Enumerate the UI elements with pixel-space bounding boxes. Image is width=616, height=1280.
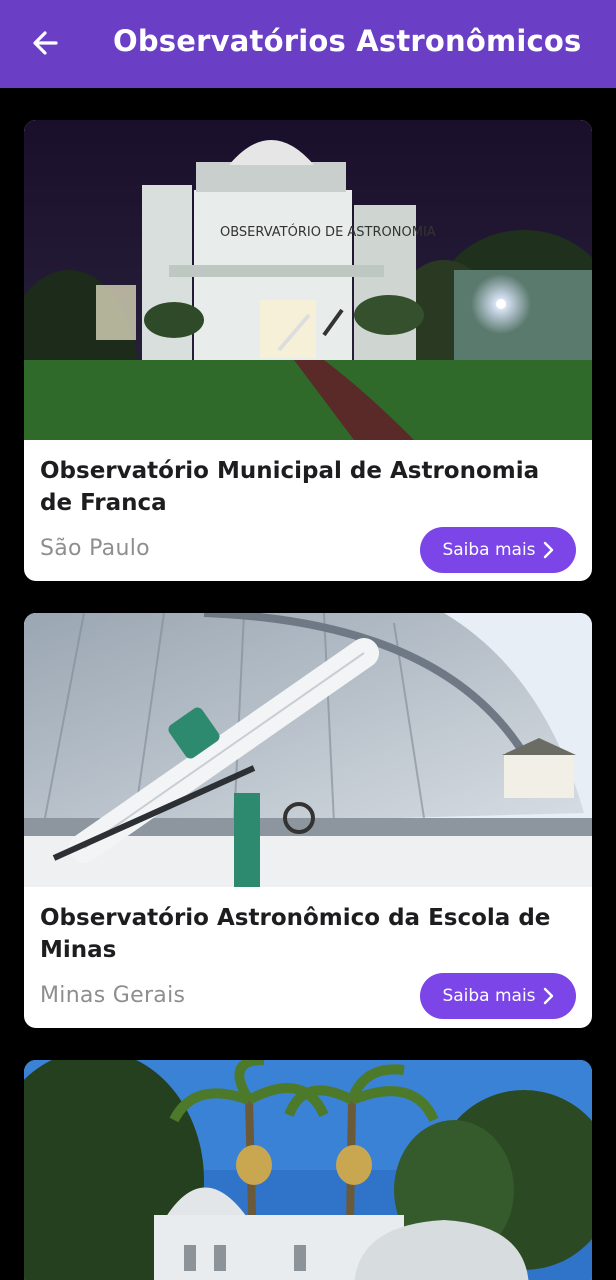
observatory-card[interactable]: Observatório Astronômico da Escola de Mi… [24, 613, 592, 1028]
chevron-right-icon [542, 541, 554, 559]
saiba-mais-label: Saiba mais [442, 540, 536, 560]
observatory-name: Observatório Municipal de Astronomia de … [40, 458, 540, 516]
arrow-left-icon [33, 31, 58, 55]
back-button[interactable] [24, 22, 66, 64]
page-title: Observatórios Astronômicos [113, 24, 582, 58]
observatory-card[interactable]: OBSERVATÓRIO DE ASTRONOMIA Observatório … [24, 120, 592, 581]
observatory-card[interactable] [24, 1060, 592, 1280]
saiba-mais-label: Saiba mais [442, 986, 536, 1006]
app-bar: Observatórios Astronômicos [0, 0, 616, 88]
observatory-name: Observatório Astronômico da Escola de Mi… [40, 905, 551, 963]
chevron-right-icon [542, 987, 554, 1005]
saiba-mais-button[interactable]: Saiba mais [420, 973, 576, 1019]
observatory-photo [24, 1060, 592, 1280]
observatory-state: São Paulo [40, 536, 150, 561]
saiba-mais-button[interactable]: Saiba mais [420, 527, 576, 573]
observatory-state: Minas Gerais [40, 983, 186, 1008]
observatory-photo [24, 613, 592, 887]
observatory-photo: OBSERVATÓRIO DE ASTRONOMIA [24, 120, 592, 440]
building-sign: OBSERVATÓRIO DE ASTRONOMIA [220, 224, 436, 240]
